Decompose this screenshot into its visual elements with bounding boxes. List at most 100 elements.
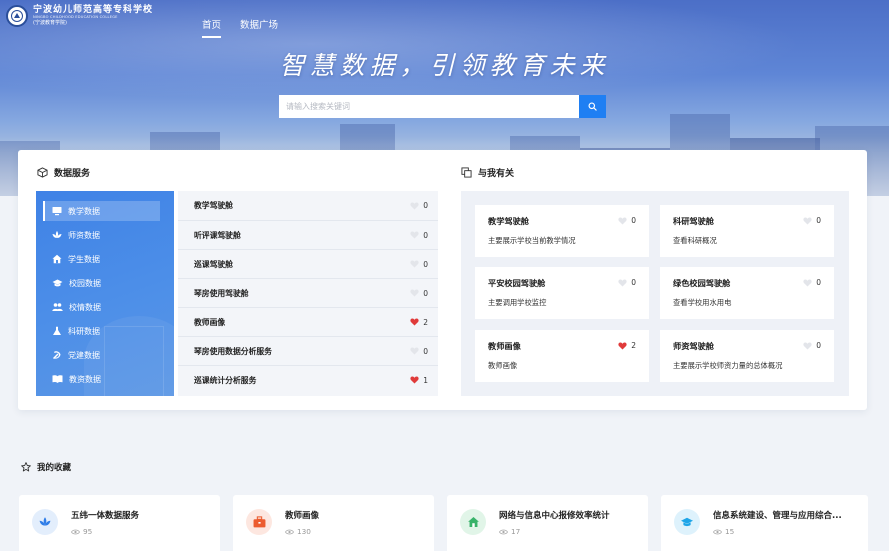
heart-icon [618,216,627,225]
heart-icon [410,260,419,268]
heart-icon [803,216,812,225]
college-name-cn: 宁波幼儿师范高等专科学校 [33,4,154,15]
related-card-desc: 主要展示学校师资力量的总体概况 [673,361,783,370]
category-student-data[interactable]: 学生数据 [43,249,160,269]
lotus-icon [39,517,51,526]
related-card-desc: 主要展示学校当前教学情况 [488,236,576,245]
favorite-icon-wrap [246,509,272,535]
service-row[interactable]: 巡课统计分析服务 1 [178,365,438,394]
party-emblem-icon [53,351,61,359]
category-teaching-data[interactable]: 教学数据 [43,201,160,221]
category-label: 教资数据 [69,374,101,384]
nav-data-square[interactable]: 数据广场 [240,17,278,38]
search-input[interactable] [279,95,579,118]
view-count: 95 [71,527,92,536]
main-nav: 首页 数据广场 [202,17,297,38]
eye-icon [713,529,722,534]
service-name: 琴房使用驾驶舱 [194,288,249,298]
like-count[interactable]: 0 [803,341,821,350]
view-count: 130 [285,527,311,536]
eye-icon [285,529,294,534]
heart-icon [410,318,419,326]
like-count[interactable]: 1 [410,376,428,385]
like-count[interactable]: 0 [618,216,636,225]
service-row[interactable]: 琴房使用驾驶舱 0 [178,278,438,307]
service-row[interactable]: 琴房使用数据分析服务 0 [178,336,438,365]
like-count[interactable]: 2 [410,318,428,327]
category-label: 党建数据 [68,350,100,360]
like-count-value: 0 [423,346,428,356]
service-row[interactable]: 教学驾驶舱 0 [178,191,438,220]
category-school-status-data[interactable]: 校情数据 [43,297,160,317]
heart-icon [803,341,812,350]
like-count[interactable]: 0 [803,278,821,287]
star-icon [21,462,31,472]
heart-icon [410,289,419,297]
category-teaching-resource-data[interactable]: 教资数据 [43,369,160,389]
nav-home[interactable]: 首页 [202,17,222,38]
category-faculty-data[interactable]: 师资数据 [43,225,160,245]
search-button[interactable] [579,95,606,118]
view-count-value: 15 [725,527,735,536]
like-count-value: 0 [816,278,821,287]
related-card-desc: 查看科研概况 [673,236,717,245]
category-label: 学生数据 [68,254,100,264]
data-category-panel: 教学数据 师资数据 学生数据 校园数据 校情数据 科研数据 党建数据 教资数据 [36,191,174,396]
related-card[interactable]: 师资驾驶舱 0 主要展示学校师资力量的总体概况 [660,330,834,382]
college-name: 宁波幼儿师范高等专科学校 NINGBO CHILDHOOD EDUCATION … [33,4,154,26]
like-count[interactable]: 0 [410,260,428,269]
favorite-name: 教师画像 [285,511,320,521]
monitor-icon [52,207,62,216]
like-count[interactable]: 2 [618,341,636,350]
favorite-card[interactable]: 网络与信息中心报修效率统计 17 [447,495,648,551]
like-count-value: 0 [631,278,636,287]
service-list: 教学驾驶舱 0 听评课驾驶舱 0 巡课驾驶舱 0 琴房使用驾驶舱 0 教师画像 … [178,191,438,396]
favorite-card[interactable]: 信息系统建设、管理与应用综合... 15 [661,495,868,551]
like-count-value: 2 [423,317,428,327]
college-emblem-icon [6,5,28,27]
related-card[interactable]: 教师画像 2 教师画像 [475,330,649,382]
service-name: 巡课驾驶舱 [194,259,233,269]
service-row[interactable]: 教师画像 2 [178,307,438,336]
category-label: 校情数据 [69,302,101,312]
like-count[interactable]: 0 [410,231,428,240]
college-logo[interactable]: 宁波幼儿师范高等专科学校 NINGBO CHILDHOOD EDUCATION … [6,5,153,27]
related-card-title: 教师画像 [488,341,521,351]
related-card-title: 科研驾驶舱 [673,216,714,226]
favorite-name: 网络与信息中心报修效率统计 [499,511,610,521]
like-count-value: 1 [423,375,428,385]
category-party-building-data[interactable]: 党建数据 [43,345,160,365]
view-count: 15 [713,527,734,536]
eye-icon [499,529,508,534]
service-name: 教学驾驶舱 [194,201,233,210]
related-card-desc: 教师画像 [488,361,518,370]
favorite-icon-wrap [32,509,58,535]
briefcase-icon [253,516,265,528]
graduation-cap-icon [681,517,693,527]
like-count[interactable]: 0 [803,216,821,225]
related-card[interactable]: 平安校园驾驶舱 0 主要调用学校监控 [475,267,649,319]
related-card[interactable]: 科研驾驶舱 0 查看科研概况 [660,205,834,257]
favorite-card[interactable]: 五纬一体数据服务 95 [19,495,220,551]
like-count[interactable]: 0 [618,278,636,287]
service-row[interactable]: 听评课驾驶舱 0 [178,220,438,249]
related-card[interactable]: 绿色校园驾驶舱 0 查看学校用水用电 [660,267,834,319]
search-bar [279,95,606,118]
like-count[interactable]: 0 [410,201,428,210]
like-count-value: 0 [816,341,821,350]
related-card[interactable]: 教学驾驶舱 0 主要展示学校当前教学情况 [475,205,649,257]
like-count-value: 0 [816,216,821,225]
like-count-value: 0 [423,230,428,240]
like-count[interactable]: 0 [410,289,428,298]
eye-icon [71,529,80,534]
favorite-card[interactable]: 教师画像 130 [233,495,434,551]
favorite-name: 五纬一体数据服务 [71,511,140,521]
data-services-heading: 数据服务 [37,166,90,179]
category-campus-data[interactable]: 校园数据 [43,273,160,293]
category-research-data[interactable]: 科研数据 [43,321,160,341]
book-icon [52,375,63,383]
top-navigation-bar: 宁波幼儿师范高等专科学校 NINGBO CHILDHOOD EDUCATION … [0,0,889,44]
like-count[interactable]: 0 [410,347,428,356]
related-card-desc: 查看学校用水用电 [673,298,732,307]
service-row[interactable]: 巡课驾驶舱 0 [178,249,438,278]
